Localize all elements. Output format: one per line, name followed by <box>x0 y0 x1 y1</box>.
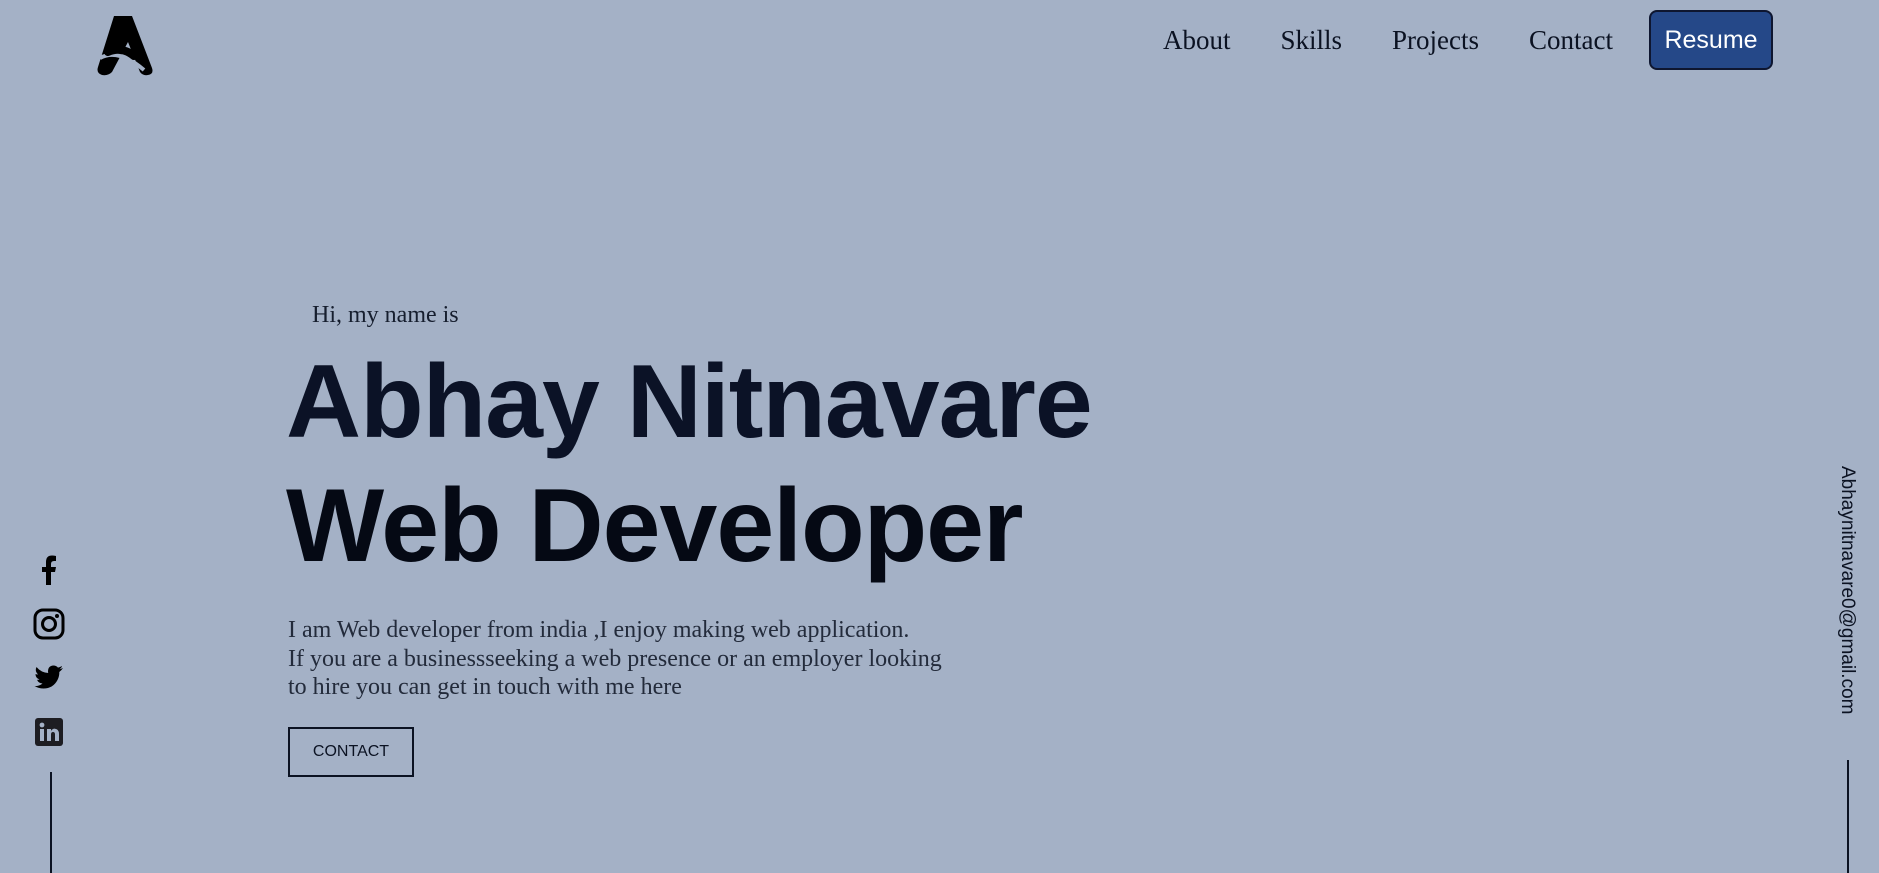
linkedin-link[interactable] <box>32 715 66 749</box>
intro-line: to hire you can get in touch with me her… <box>288 674 682 700</box>
intro-line: I am Web developer from india ,I enjoy m… <box>288 617 910 643</box>
intro-line: If you are a businessseeking a web prese… <box>288 645 942 672</box>
social-links <box>32 553 66 769</box>
nav-contact[interactable]: Contact <box>1529 25 1613 56</box>
nav-projects[interactable]: Projects <box>1392 25 1479 56</box>
nav-skills[interactable]: Skills <box>1280 25 1342 56</box>
greeting-text: Hi, my name is <box>312 302 459 328</box>
instagram-icon <box>33 608 65 640</box>
intro-paragraph: I am Web developer from india ,I enjoy m… <box>288 616 1008 702</box>
email-divider-line <box>1847 760 1849 873</box>
twitter-icon <box>34 665 63 689</box>
main-nav: About Skills Projects Contact Resume <box>1163 10 1773 70</box>
twitter-link[interactable] <box>32 661 66 695</box>
facebook-link[interactable] <box>32 553 66 587</box>
social-divider-line <box>50 772 52 873</box>
linkedin-icon <box>35 718 63 746</box>
contact-button[interactable]: CONTACT <box>288 727 414 777</box>
a-logo-icon <box>97 16 153 76</box>
facebook-icon <box>42 555 56 585</box>
email-link[interactable]: Abhaynitnavare0@gmail.com <box>1836 466 1858 714</box>
logo[interactable] <box>88 12 158 78</box>
nav-about[interactable]: About <box>1163 25 1231 56</box>
hero-name: Abhay Nitnavare <box>286 344 1093 460</box>
hero-role: Web Developer <box>286 468 1023 584</box>
instagram-link[interactable] <box>32 607 66 641</box>
resume-button[interactable]: Resume <box>1649 10 1773 70</box>
